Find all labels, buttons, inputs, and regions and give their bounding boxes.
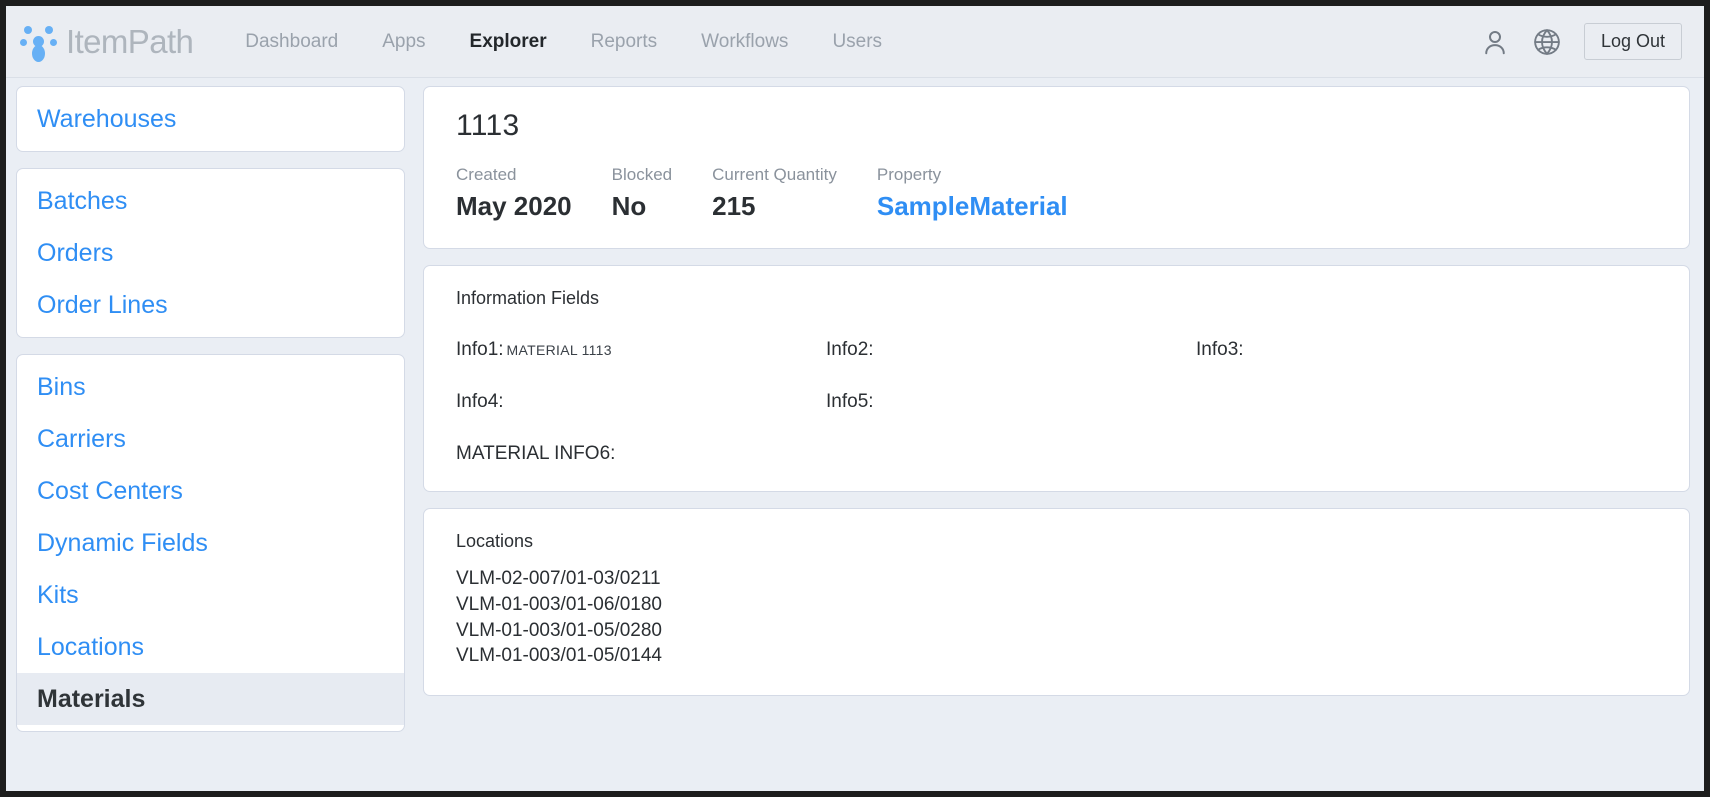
location-row[interactable]: VLM-01-003/01-05/0280 (456, 618, 1657, 644)
info-field-3: Info3: (1196, 339, 1657, 361)
stat-property-value-link[interactable]: SampleMaterial (877, 191, 1068, 222)
stat-property-label: Property (876, 165, 942, 184)
material-summary-card: 1113 Created May 2020 Blocked No Current… (423, 86, 1690, 249)
info-field-material-info6: MATERIAL INFO6: (456, 443, 1657, 465)
nav-item-dashboard[interactable]: Dashboard (223, 25, 360, 59)
information-fields-grid: Info1: MATERIAL 1113 Info2: Info3: Info4:… (456, 339, 1657, 413)
info-field-1-value: MATERIAL 1113 (506, 342, 612, 358)
stat-current-quantity-label: Current Quantity (712, 165, 837, 184)
logout-button[interactable]: Log Out (1583, 23, 1682, 60)
nav-item-reports[interactable]: Reports (569, 25, 680, 59)
sidebar-item-locations[interactable]: Locations (17, 621, 404, 673)
header-actions: Log Out (1480, 23, 1682, 60)
stat-blocked: Blocked No (612, 165, 712, 222)
brand-name: ItemPath (66, 22, 194, 60)
main-navigation: Dashboard Apps Explorer Reports Workflow… (223, 25, 904, 59)
stat-current-quantity: Current Quantity 215 (712, 165, 877, 222)
sidebar: Warehouses Batches Orders Order Lines Bi… (6, 78, 415, 791)
locations-heading: Locations (456, 531, 534, 551)
nav-item-users[interactable]: Users (810, 25, 904, 59)
stat-created: Created May 2020 (456, 165, 612, 222)
info-field-5: Info5: (826, 391, 1196, 413)
nav-item-apps[interactable]: Apps (360, 25, 447, 59)
info-field-4-label: Info4: (456, 391, 504, 412)
location-row[interactable]: VLM-01-003/01-05/0144 (456, 643, 1657, 669)
page-title: 1113 (456, 109, 520, 142)
info-field-5-label: Info5: (826, 391, 874, 412)
sidebar-item-batches[interactable]: Batches (17, 175, 404, 227)
stat-blocked-value: No (611, 191, 647, 221)
information-fields-card: Information Fields Info1: MATERIAL 1113 I… (423, 265, 1690, 492)
sidebar-item-dynamic-fields[interactable]: Dynamic Fields (17, 517, 404, 569)
sidebar-item-materials[interactable]: Materials (17, 673, 404, 725)
itempath-logo-icon (20, 23, 58, 62)
nav-item-explorer[interactable]: Explorer (448, 25, 569, 59)
info-field-1: Info1: MATERIAL 1113 (456, 339, 826, 361)
brand-logo[interactable]: ItemPath (20, 22, 194, 62)
sidebar-item-warehouses[interactable]: Warehouses (17, 93, 404, 145)
main-content: 1113 Created May 2020 Blocked No Current… (415, 78, 1704, 791)
stat-blocked-label: Blocked (611, 165, 673, 184)
locations-list: VLM-02-007/01-03/0211 VLM-01-003/01-06/0… (456, 566, 1657, 669)
stat-property: Property SampleMaterial (877, 165, 1108, 222)
page-body: Warehouses Batches Orders Order Lines Bi… (6, 78, 1704, 791)
information-fields-heading: Information Fields (456, 288, 600, 308)
info-field-material-info6-label: MATERIAL INFO6: (456, 443, 616, 464)
info-field-2-label: Info2: (826, 339, 874, 360)
sidebar-item-bins[interactable]: Bins (17, 361, 404, 413)
sidebar-group-orders: Batches Orders Order Lines (16, 168, 405, 338)
stat-created-label: Created (456, 165, 517, 184)
info-field-4: Info4: (456, 391, 826, 413)
nav-item-workflows[interactable]: Workflows (679, 25, 810, 59)
location-row[interactable]: VLM-02-007/01-03/0211 (456, 566, 1657, 592)
location-row[interactable]: VLM-01-003/01-06/0180 (456, 592, 1657, 618)
sidebar-item-orders[interactable]: Orders (17, 227, 404, 279)
sidebar-item-order-lines[interactable]: Order Lines (17, 279, 404, 331)
sidebar-item-kits[interactable]: Kits (17, 569, 404, 621)
sidebar-group-warehouses: Warehouses (16, 86, 405, 152)
globe-icon[interactable] (1532, 27, 1562, 57)
top-header: ItemPath Dashboard Apps Explorer Reports… (6, 6, 1704, 78)
sidebar-group-resources: Bins Carriers Cost Centers Dynamic Field… (16, 354, 405, 732)
info-field-1-label: Info1: (456, 339, 504, 360)
app-window: ItemPath Dashboard Apps Explorer Reports… (6, 6, 1704, 791)
sidebar-item-carriers[interactable]: Carriers (17, 413, 404, 465)
info-field-3-label: Info3: (1196, 339, 1244, 360)
user-icon[interactable] (1480, 27, 1510, 57)
stat-created-value: May 2020 (456, 191, 572, 221)
stat-current-quantity-value: 215 (712, 191, 756, 221)
locations-card: Locations VLM-02-007/01-03/0211 VLM-01-0… (423, 508, 1690, 696)
sidebar-item-cost-centers[interactable]: Cost Centers (17, 465, 404, 517)
info-field-6-spacer (1196, 391, 1657, 413)
info-field-2: Info2: (826, 339, 1196, 361)
summary-stats: Created May 2020 Blocked No Current Quan… (456, 165, 1657, 222)
